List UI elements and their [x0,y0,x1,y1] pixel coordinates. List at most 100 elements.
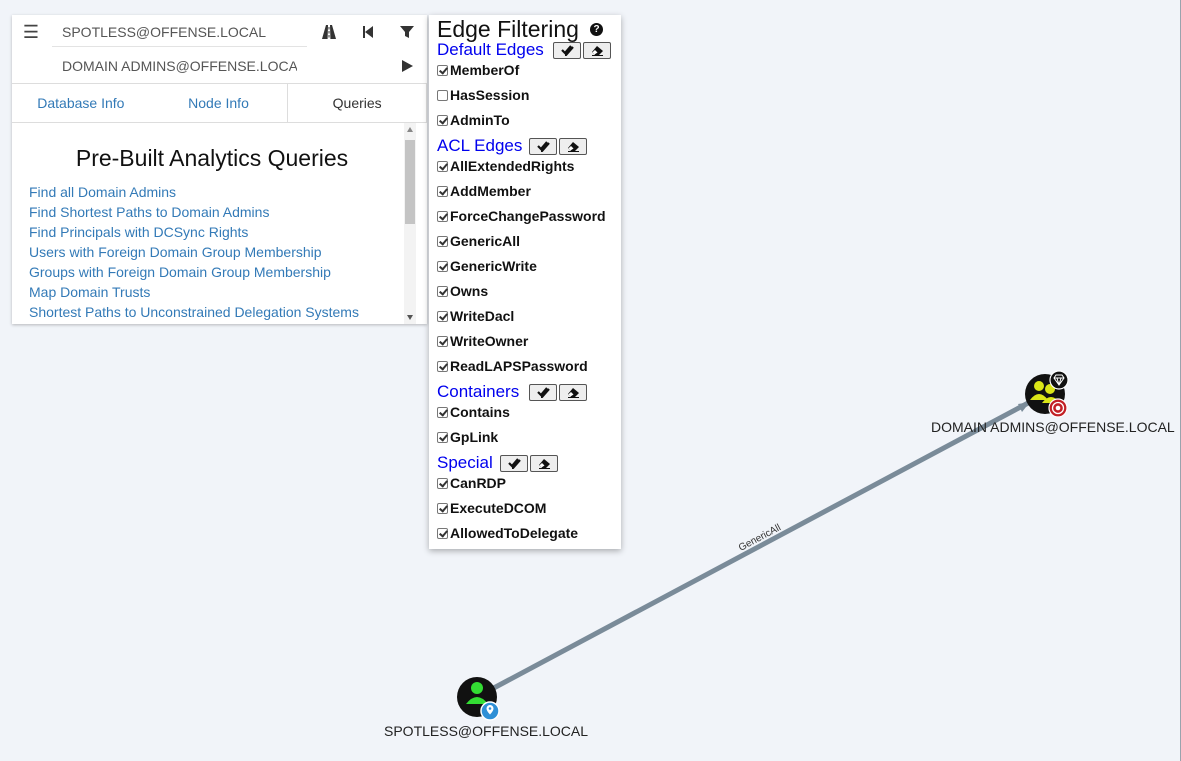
edge-filter-checkbox[interactable] [437,335,448,347]
target-icon [1048,398,1068,418]
start-node-search-input[interactable] [52,17,307,47]
check-all-icon [536,387,550,398]
node-group-domain-admins[interactable] [1025,370,1069,418]
edge-filter-label: ExecuteDCOM [450,500,547,516]
edge-filter-label: AllExtendedRights [450,158,575,174]
edge-filter-label: MemberOf [450,62,520,78]
filter-icon [400,26,414,38]
edge-filter-row[interactable]: AddMember [437,181,531,201]
edge-filter-checkbox[interactable] [437,527,448,539]
scroll-up-arrow-icon[interactable] [407,127,413,132]
eraser-icon [591,46,603,56]
search-panel: ☰ Database Info Node Info Queries Pre-Bu… [12,15,428,324]
check-all-icon [507,458,521,469]
edge-filter-checkbox[interactable] [437,502,448,514]
edge-filter-row[interactable]: WriteOwner [437,331,528,351]
edge-filter-label: CanRDP [450,475,507,491]
edge-filter-checkbox[interactable] [437,185,448,197]
edge-filter-row[interactable]: Contains [437,402,510,422]
queries-pane: Pre-Built Analytics Queries Find all Dom… [12,123,427,324]
edge-filter-checkbox[interactable] [437,160,448,172]
edge-filter-row[interactable]: Owns [437,281,488,301]
edge-filter-row[interactable]: ForceChangePassword [437,206,606,226]
edge-filter-checkbox[interactable] [437,260,448,272]
target-node-search-input[interactable] [52,51,307,81]
edge-filter-row[interactable]: AllowedToDelegate [437,523,578,543]
clear-all-button[interactable] [583,42,611,59]
edge-filter-label: HasSession [450,87,530,103]
edge-filter-checkbox[interactable] [437,285,448,297]
clear-all-button[interactable] [530,455,558,472]
query-link[interactable]: Users with Foreign Domain Group Membersh… [29,242,359,262]
tab-queries[interactable]: Queries [287,84,428,122]
help-icon[interactable]: ? [590,23,603,36]
edge-filter-row[interactable]: AllExtendedRights [437,156,574,176]
scroll-down-arrow-icon[interactable] [407,315,413,320]
edge-filter-checkbox[interactable] [437,64,448,76]
query-link[interactable]: Map Domain Trusts [29,282,359,302]
eraser-icon [538,459,550,469]
edge-filter-checkbox[interactable] [437,477,448,489]
back-button[interactable] [349,15,387,49]
query-link[interactable]: Find Shortest Paths to Domain Admins [29,202,359,222]
query-link[interactable]: Groups with Foreign Domain Group Members… [29,262,359,282]
edge-filter-label: GpLink [450,429,499,445]
edge-filter-checkbox[interactable] [437,89,448,101]
play-icon [402,60,413,72]
edge-filter-row[interactable]: HasSession [437,85,529,105]
edge-filter-row[interactable]: ReadLAPSPassword [437,356,588,376]
edge-filter-checkbox[interactable] [437,114,448,126]
clear-all-button[interactable] [559,138,587,155]
eraser-icon [567,142,579,152]
node-user-spotless[interactable] [457,677,500,721]
tab-node-info[interactable]: Node Info [150,84,288,122]
queries-scrollbar[interactable] [404,123,416,324]
edge-filtering-panel: Edge Filtering ? Default Edges MemberOf Ha… [429,15,621,549]
edge-filter-row[interactable]: ExecuteDCOM [437,498,546,518]
edge-filter-checkbox[interactable] [437,210,448,222]
pathfinding-button[interactable] [310,15,348,49]
hamburger-menu-icon[interactable]: ☰ [12,15,50,49]
query-link[interactable]: Shortest Paths to Unconstrained Delegati… [29,302,359,322]
check-all-icon [536,141,550,152]
queries-title: Pre-Built Analytics Queries [75,145,349,171]
filter-button[interactable] [388,15,426,49]
edge-filter-checkbox[interactable] [437,431,448,443]
select-all-button[interactable] [529,138,557,155]
edge-filter-label: ForceChangePassword [450,208,606,224]
edge-filter-row[interactable]: GpLink [437,427,498,447]
edge-filter-row[interactable]: CanRDP [437,473,506,493]
clear-all-button[interactable] [559,384,587,401]
scroll-thumb[interactable] [405,140,415,224]
edge-filter-row[interactable]: MemberOf [437,60,519,80]
edge-section-header: Default Edges [437,39,617,61]
edge-filter-checkbox[interactable] [437,406,448,418]
edge-filter-row[interactable]: WriteDacl [437,306,514,326]
edge-filter-label: AllowedToDelegate [450,525,579,541]
select-all-button[interactable] [553,42,581,59]
start-marker-icon [480,701,500,721]
edge-filter-checkbox[interactable] [437,235,448,247]
edge-section-header: ACL Edges [437,135,617,157]
edge-section-header: Containers [437,381,617,403]
edge-filter-label: GenericWrite [450,258,537,274]
tab-database-info[interactable]: Database Info [12,84,150,122]
start-node-row: ☰ [12,15,427,49]
query-link[interactable]: Find Principals with DCSync Rights [29,222,359,242]
query-link[interactable]: Find all Domain Admins [29,182,359,202]
edge-filter-row[interactable]: GenericWrite [437,256,537,276]
edge-filter-label: AdminTo [450,112,510,128]
edge-filter-checkbox[interactable] [437,360,448,372]
edge-filter-checkbox[interactable] [437,310,448,322]
edge-filter-label: Contains [450,404,510,420]
check-all-icon [560,45,574,56]
play-button[interactable] [388,49,426,83]
select-all-button[interactable] [500,455,528,472]
edge-filter-label: WriteDacl [450,308,515,324]
edge-filter-row[interactable]: AdminTo [437,110,510,130]
edge-filter-row[interactable]: GenericAll [437,231,520,251]
edge-filter-label: ReadLAPSPassword [450,358,588,374]
target-node-row [12,49,427,84]
edge-section-title: ACL Edges [437,136,523,155]
select-all-button[interactable] [529,384,557,401]
